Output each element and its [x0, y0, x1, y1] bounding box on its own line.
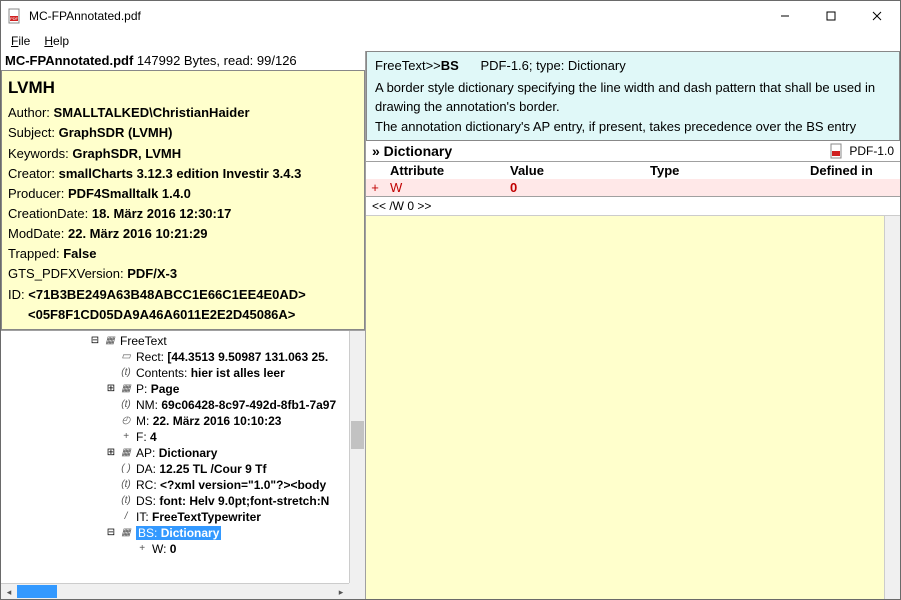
menu-bar: File Help	[1, 31, 900, 51]
tree-node-f[interactable]: + F: 4	[1, 429, 349, 445]
text-icon: (t)	[119, 478, 133, 492]
slash-icon: /	[119, 510, 133, 524]
pdf-icon	[829, 143, 845, 159]
paren-icon: ( )	[119, 462, 133, 476]
minus-icon[interactable]: ⊟	[105, 527, 117, 539]
clock-icon: ◴	[119, 414, 133, 428]
tree-node-w[interactable]: + W: 0	[1, 541, 349, 557]
tree-node-it[interactable]: / IT: FreeTextTypewriter	[1, 509, 349, 525]
description-panel: FreeText>>BS PDF-1.6; type: Dictionary A…	[366, 51, 900, 141]
expand-toggle[interactable]: +	[366, 180, 384, 195]
attr-value: 0	[504, 180, 644, 195]
col-type: Type	[644, 163, 804, 178]
menu-file[interactable]: File	[5, 33, 36, 49]
tree-node-contents[interactable]: (t) Contents: hier ist alles leer	[1, 365, 349, 381]
tree-node-m[interactable]: ◴ M: 22. März 2016 10:10:23	[1, 413, 349, 429]
content-pane	[366, 216, 900, 599]
dict-icon: ▦	[119, 382, 133, 396]
content-vertical-scrollbar[interactable]	[884, 216, 900, 599]
tree-node-freetext[interactable]: ⊟ ▦ FreeText	[1, 333, 349, 349]
text-icon: (t)	[119, 398, 133, 412]
dictionary-heading: » Dictionary	[372, 143, 452, 159]
document-info-panel: LVMH Author: SMALLTALKED\ChristianHaider…	[1, 70, 365, 330]
attr-type	[644, 180, 804, 195]
window-maximize-button[interactable]	[808, 1, 854, 31]
dict-icon: ▦	[103, 334, 117, 348]
col-defined-in: Defined in	[804, 163, 900, 178]
breadcrumb: FreeText>>BS PDF-1.6; type: Dictionary	[375, 56, 891, 76]
minus-icon[interactable]: ⊟	[89, 335, 101, 347]
rect-icon: ▭	[119, 350, 133, 364]
col-value: Value	[504, 163, 644, 178]
chevron-left-icon[interactable]: ◂	[1, 584, 17, 599]
doc-title: LVMH	[8, 75, 358, 101]
col-attribute: Attribute	[384, 163, 504, 178]
attr-defined	[804, 180, 900, 195]
object-tree[interactable]: ⊟ ▦ FreeText ▭ Rect: [44.3513 9.50987 13…	[1, 331, 349, 583]
description-text-1: A border style dictionary specifying the…	[375, 78, 891, 117]
file-name: MC-FPAnnotated.pdf	[5, 53, 133, 68]
svg-text:PDF: PDF	[10, 16, 19, 21]
table-header-row: Attribute Value Type Defined in	[366, 162, 900, 179]
attr-name: W	[384, 180, 504, 195]
file-detail: 147992 Bytes, read: 99/126	[137, 53, 297, 68]
description-text-2: The annotation dictionary's AP entry, if…	[375, 117, 891, 137]
app-icon: PDF	[7, 8, 23, 24]
tree-node-ds[interactable]: (t) DS: font: Helv 9.0pt;font-stretch:N	[1, 493, 349, 509]
tree-vertical-scrollbar[interactable]	[349, 331, 365, 583]
scroll-corner	[349, 583, 365, 599]
tree-node-p[interactable]: ⊞ ▦ P: Page	[1, 381, 349, 397]
plus-icon[interactable]: ⊞	[105, 383, 117, 395]
window-title: MC-FPAnnotated.pdf	[29, 9, 762, 23]
pdf-version-badge: PDF-1.0	[829, 143, 894, 159]
tree-node-rc[interactable]: (t) RC: <?xml version="1.0"?><body	[1, 477, 349, 493]
plus-small-icon: +	[119, 430, 133, 444]
dict-icon: ▦	[119, 446, 133, 460]
tree-node-nm[interactable]: (t) NM: 69c06428-8c97-492d-8fb1-7a97	[1, 397, 349, 413]
tree-horizontal-scrollbar[interactable]: ◂ ▸	[1, 583, 349, 599]
attribute-table: Attribute Value Type Defined in + W 0	[366, 162, 900, 197]
dict-icon: ▦	[119, 526, 133, 540]
nav-row[interactable]: << /W 0 >>	[366, 197, 900, 216]
plus-icon[interactable]: ⊞	[105, 447, 117, 459]
tree-node-da[interactable]: ( ) DA: 12.25 TL /Cour 9 Tf	[1, 461, 349, 477]
tree-node-rect[interactable]: ▭ Rect: [44.3513 9.50987 131.063 25.	[1, 349, 349, 365]
text-icon: (t)	[119, 494, 133, 508]
menu-help[interactable]: Help	[38, 33, 75, 49]
window-close-button[interactable]	[854, 1, 900, 31]
plus-small-icon: +	[135, 542, 149, 556]
chevron-right-icon[interactable]: ▸	[333, 584, 349, 599]
text-icon: (t)	[119, 366, 133, 380]
tree-node-ap[interactable]: ⊞ ▦ AP: Dictionary	[1, 445, 349, 461]
file-header: MC-FPAnnotated.pdf 147992 Bytes, read: 9…	[1, 51, 365, 70]
table-row[interactable]: + W 0	[366, 179, 900, 196]
window-minimize-button[interactable]	[762, 1, 808, 31]
object-tree-panel: ⊟ ▦ FreeText ▭ Rect: [44.3513 9.50987 13…	[1, 330, 365, 599]
tree-node-bs[interactable]: ⊟ ▦ BS: Dictionary	[1, 525, 349, 541]
dictionary-header: » Dictionary PDF-1.0	[366, 141, 900, 162]
window-titlebar: PDF MC-FPAnnotated.pdf	[1, 1, 900, 31]
